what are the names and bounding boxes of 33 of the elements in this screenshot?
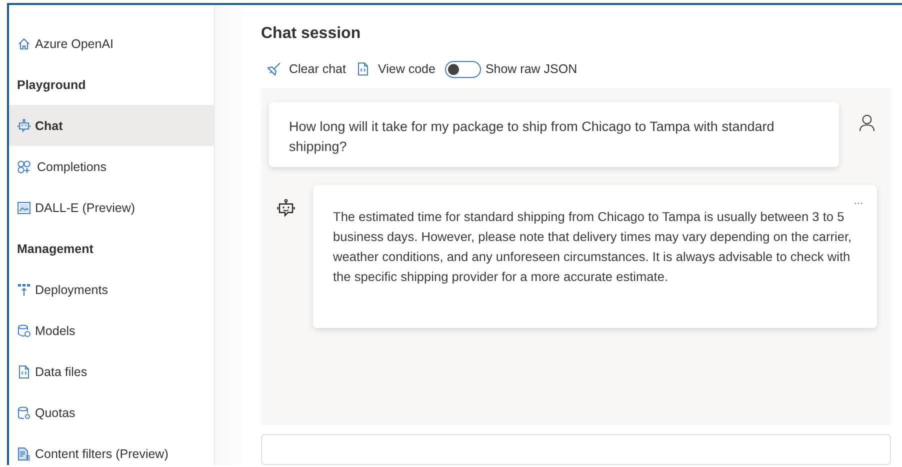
database-icon [17,324,31,338]
nav-item[interactable]: Deployments [9,269,214,310]
chat-input-field[interactable] [261,434,891,466]
document-list-icon [17,446,31,460]
message-text: The estimated time for standard shipping from Chicago to Tampa is usually between 3 to 5 business days. However, please note that delivery times may vary depending on the carrier, weather conditions, and any unforeseen circumstances. It is always advisable to check with the specific shipping provider for a more accurate estimate. [333,208,853,286]
broom-icon [267,62,281,76]
nav-item[interactable]: DALL-E (Preview) [9,187,214,228]
code-file-icon [356,62,370,76]
robot-icon [277,198,295,219]
toggle-label: Show raw JSON [485,62,578,76]
database-icon [17,406,31,420]
person-icon [859,114,875,132]
clear-chat-button[interactable]: Clear chat [267,62,352,76]
nav-item[interactable]: Data files [9,351,214,392]
page-title: Chat session [261,25,362,44]
toggle-switch[interactable] [445,60,482,78]
section-heading: Management [16,240,94,258]
more-button[interactable]: ... [854,194,863,207]
nav-item[interactable]: Completions [9,146,214,187]
circles-icon [17,160,33,174]
view-code-button[interactable]: View code [356,62,442,76]
robot-icon [17,118,31,132]
code-file-icon [17,364,31,378]
nav-item[interactable]: Chat [9,105,214,146]
nav-item[interactable]: Content filters (Preview) [9,433,214,467]
nav-item[interactable]: Quotas [9,392,214,433]
image-icon [17,200,31,214]
message-text: How long will it take for my package to ship from Chicago to Tampa with standard shipping? [289,118,776,156]
section-heading: Playground [16,76,87,94]
nav-item[interactable]: Models [9,310,214,351]
home-icon [17,36,31,50]
nav-item[interactable]: Azure OpenAI [9,23,214,64]
deployment-icon [17,282,31,296]
